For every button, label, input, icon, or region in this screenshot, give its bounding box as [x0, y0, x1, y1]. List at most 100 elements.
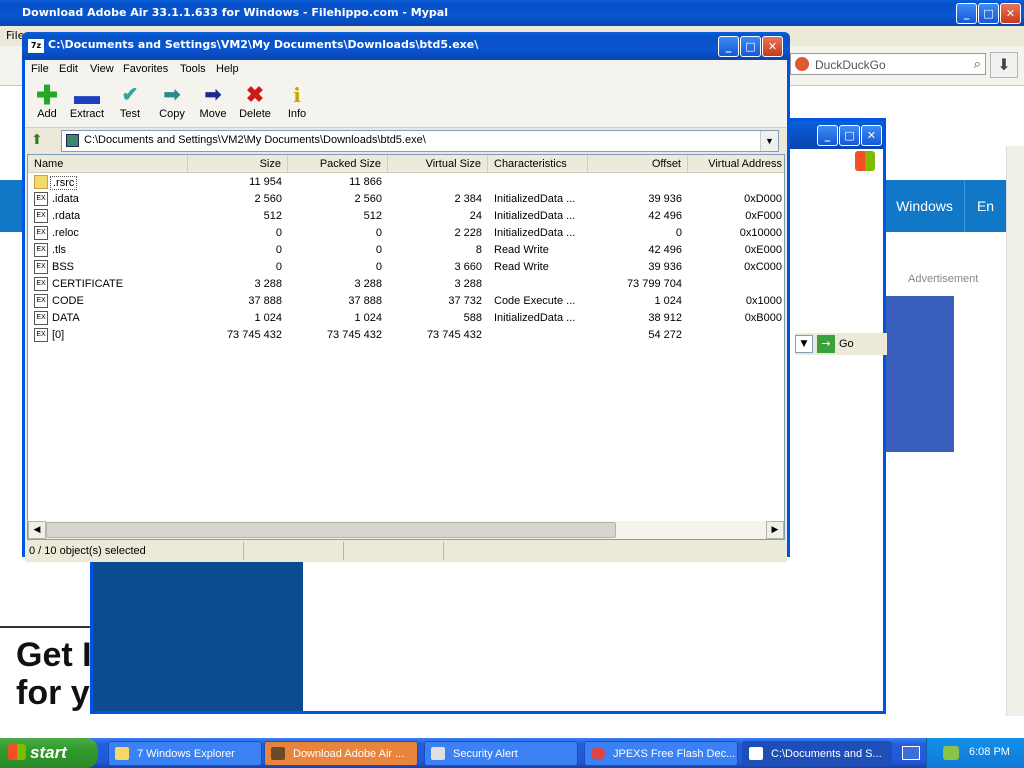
cell-offset: 42 496: [648, 210, 682, 222]
go-arrow-icon[interactable]: →: [817, 335, 835, 353]
cell-size: 512: [263, 210, 282, 222]
sevenzip-menu-bar: File Edit View Favorites Tools Help: [25, 60, 787, 80]
go-button[interactable]: Go: [839, 338, 854, 350]
search-input[interactable]: DuckDuckGo ⌕: [790, 53, 986, 75]
address-text: C:\Documents and Settings\VM2\My Documen…: [84, 134, 426, 146]
table-row[interactable]: EX .reloc 0 0 2 228 InitializedData ... …: [28, 225, 784, 242]
move-arrow-icon: ➡: [204, 84, 222, 106]
cell-characteristics: InitializedData ...: [494, 193, 576, 205]
nav-windows[interactable]: Windows: [884, 180, 964, 232]
cell-packed-size: 2 560: [354, 193, 382, 205]
status-divider: [443, 542, 444, 560]
table-row[interactable]: EX CERTIFICATE 3 288 3 288 3 288 73 799 …: [28, 276, 784, 293]
task-jpexs[interactable]: JPEXS Free Flash Dec...: [584, 741, 738, 766]
plus-icon: ✚: [36, 80, 58, 110]
nav-en[interactable]: En: [964, 180, 1006, 232]
sevenzip-maximize-button[interactable]: □: [740, 36, 761, 57]
add-label: Add: [37, 108, 57, 120]
menu-help[interactable]: Help: [216, 63, 239, 75]
keyboard-icon[interactable]: [902, 746, 920, 760]
browser-close-button[interactable]: ✕: [1000, 3, 1021, 24]
menu-view[interactable]: View: [90, 63, 114, 75]
table-row[interactable]: .rsrc 11 954 11 866: [28, 174, 784, 191]
advertisement-image[interactable]: [884, 296, 954, 452]
sevenzip-window: 7z C:\Documents and Settings\VM2\My Docu…: [22, 32, 790, 562]
column-name[interactable]: Name: [28, 155, 188, 173]
network-icon[interactable]: [943, 746, 959, 760]
menu-tools[interactable]: Tools: [180, 63, 206, 75]
cell-virtual-size: 24: [469, 210, 482, 222]
menu-edit[interactable]: Edit: [59, 63, 78, 75]
browser-title-bar: Download Adobe Air 33.1.1.633 for Window…: [0, 0, 1024, 26]
table-row[interactable]: EX [0] 73 745 432 73 745 432 73 745 432 …: [28, 327, 784, 344]
scroll-left-button[interactable]: ◀: [28, 521, 46, 539]
promo-line-1: Get I: [16, 636, 92, 674]
table-row[interactable]: EX .idata 2 560 2 560 2 384 InitializedD…: [28, 191, 784, 208]
info-icon: i: [293, 83, 301, 107]
cell-virtual-address: 0x1000: [745, 295, 782, 307]
column-size[interactable]: Size: [188, 155, 288, 173]
search-placeholder: DuckDuckGo: [815, 58, 886, 72]
copy-button[interactable]: ➡ Copy: [152, 82, 192, 126]
test-label: Test: [119, 108, 141, 120]
bg-close-button[interactable]: ✕: [861, 125, 882, 146]
cell-offset: 39 936: [648, 261, 682, 273]
browser-icon: [271, 747, 285, 760]
delete-button[interactable]: ✖ Delete: [235, 82, 275, 126]
table-row[interactable]: EX .tls 0 0 8 Read Write 42 496 0xE000: [28, 242, 784, 259]
cell-virtual-address: 0xE000: [744, 244, 782, 256]
column-virtual-size[interactable]: Virtual Size: [388, 155, 488, 173]
advertisement-label: Advertisement: [908, 273, 979, 285]
cell-packed-size: 0: [375, 261, 382, 273]
table-row[interactable]: EX .rdata 512 512 24 InitializedData ...…: [28, 208, 784, 225]
column-characteristics[interactable]: Characteristics: [488, 155, 588, 173]
cell-size: 0: [275, 244, 282, 256]
add-button[interactable]: ✚ Add: [27, 82, 67, 126]
column-virtual-address[interactable]: Virtual Address: [688, 155, 784, 173]
bg-minimize-button[interactable]: _: [817, 125, 838, 146]
up-folder-icon[interactable]: ⬆: [31, 132, 51, 150]
sevenzip-address-input[interactable]: C:\Documents and Settings\VM2\My Documen…: [61, 130, 779, 152]
test-button[interactable]: ✔ Test: [110, 82, 150, 126]
menu-favorites[interactable]: Favorites: [123, 63, 168, 75]
menu-file[interactable]: File: [31, 63, 49, 75]
task-label: Security Alert: [453, 748, 518, 760]
column-offset[interactable]: Offset: [588, 155, 688, 173]
file-icon: EX: [34, 260, 48, 274]
move-button[interactable]: ➡ Move: [193, 82, 233, 126]
copy-label: Copy: [159, 108, 185, 120]
start-label: start: [30, 743, 67, 762]
download-icon[interactable]: ⬇: [990, 52, 1018, 78]
status-text: 0 / 10 object(s) selected: [29, 545, 146, 557]
info-button[interactable]: i Info: [277, 82, 317, 126]
scroll-thumb[interactable]: [46, 522, 616, 538]
table-row[interactable]: EX BSS 0 0 3 660 Read Write 39 936 0xC00…: [28, 259, 784, 276]
cell-size: 37 888: [248, 295, 282, 307]
task-windows-explorer[interactable]: 7 Windows Explorer: [108, 741, 262, 766]
browser-scrollbar[interactable]: [1006, 146, 1024, 716]
table-row[interactable]: EX CODE 37 888 37 888 37 732 Code Execut…: [28, 293, 784, 310]
cell-size: 0: [275, 261, 282, 273]
horizontal-scrollbar[interactable]: ◀ ▶: [28, 521, 784, 539]
cell-name: .rdata: [52, 210, 81, 222]
sevenzip-minimize-button[interactable]: _: [718, 36, 739, 57]
sevenzip-close-button[interactable]: ✕: [762, 36, 783, 57]
task-sevenzip[interactable]: C:\Documents and S...: [742, 741, 892, 766]
sevenzip-title: C:\Documents and Settings\VM2\My Documen…: [48, 38, 479, 51]
address-dropdown[interactable]: ▼: [795, 335, 813, 353]
windows-logo-icon: [855, 151, 875, 171]
table-row[interactable]: EX DATA 1 024 1 024 588 InitializedData …: [28, 310, 784, 327]
address-dropdown-button[interactable]: ▼: [760, 131, 778, 151]
task-security-alert[interactable]: Security Alert: [424, 741, 578, 766]
cell-name: CERTIFICATE: [52, 278, 124, 290]
search-icon[interactable]: ⌕: [974, 56, 981, 72]
task-download-adobe-air[interactable]: Download Adobe Air ...: [264, 741, 418, 766]
sevenzip-app-icon: [749, 747, 763, 760]
scroll-right-button[interactable]: ▶: [766, 521, 784, 539]
browser-maximize-button[interactable]: □: [978, 3, 999, 24]
file-icon: EX: [34, 277, 48, 291]
bg-maximize-button[interactable]: □: [839, 125, 860, 146]
column-packed-size[interactable]: Packed Size: [288, 155, 388, 173]
extract-button[interactable]: ▬ Extract: [67, 82, 107, 126]
browser-minimize-button[interactable]: _: [956, 3, 977, 24]
